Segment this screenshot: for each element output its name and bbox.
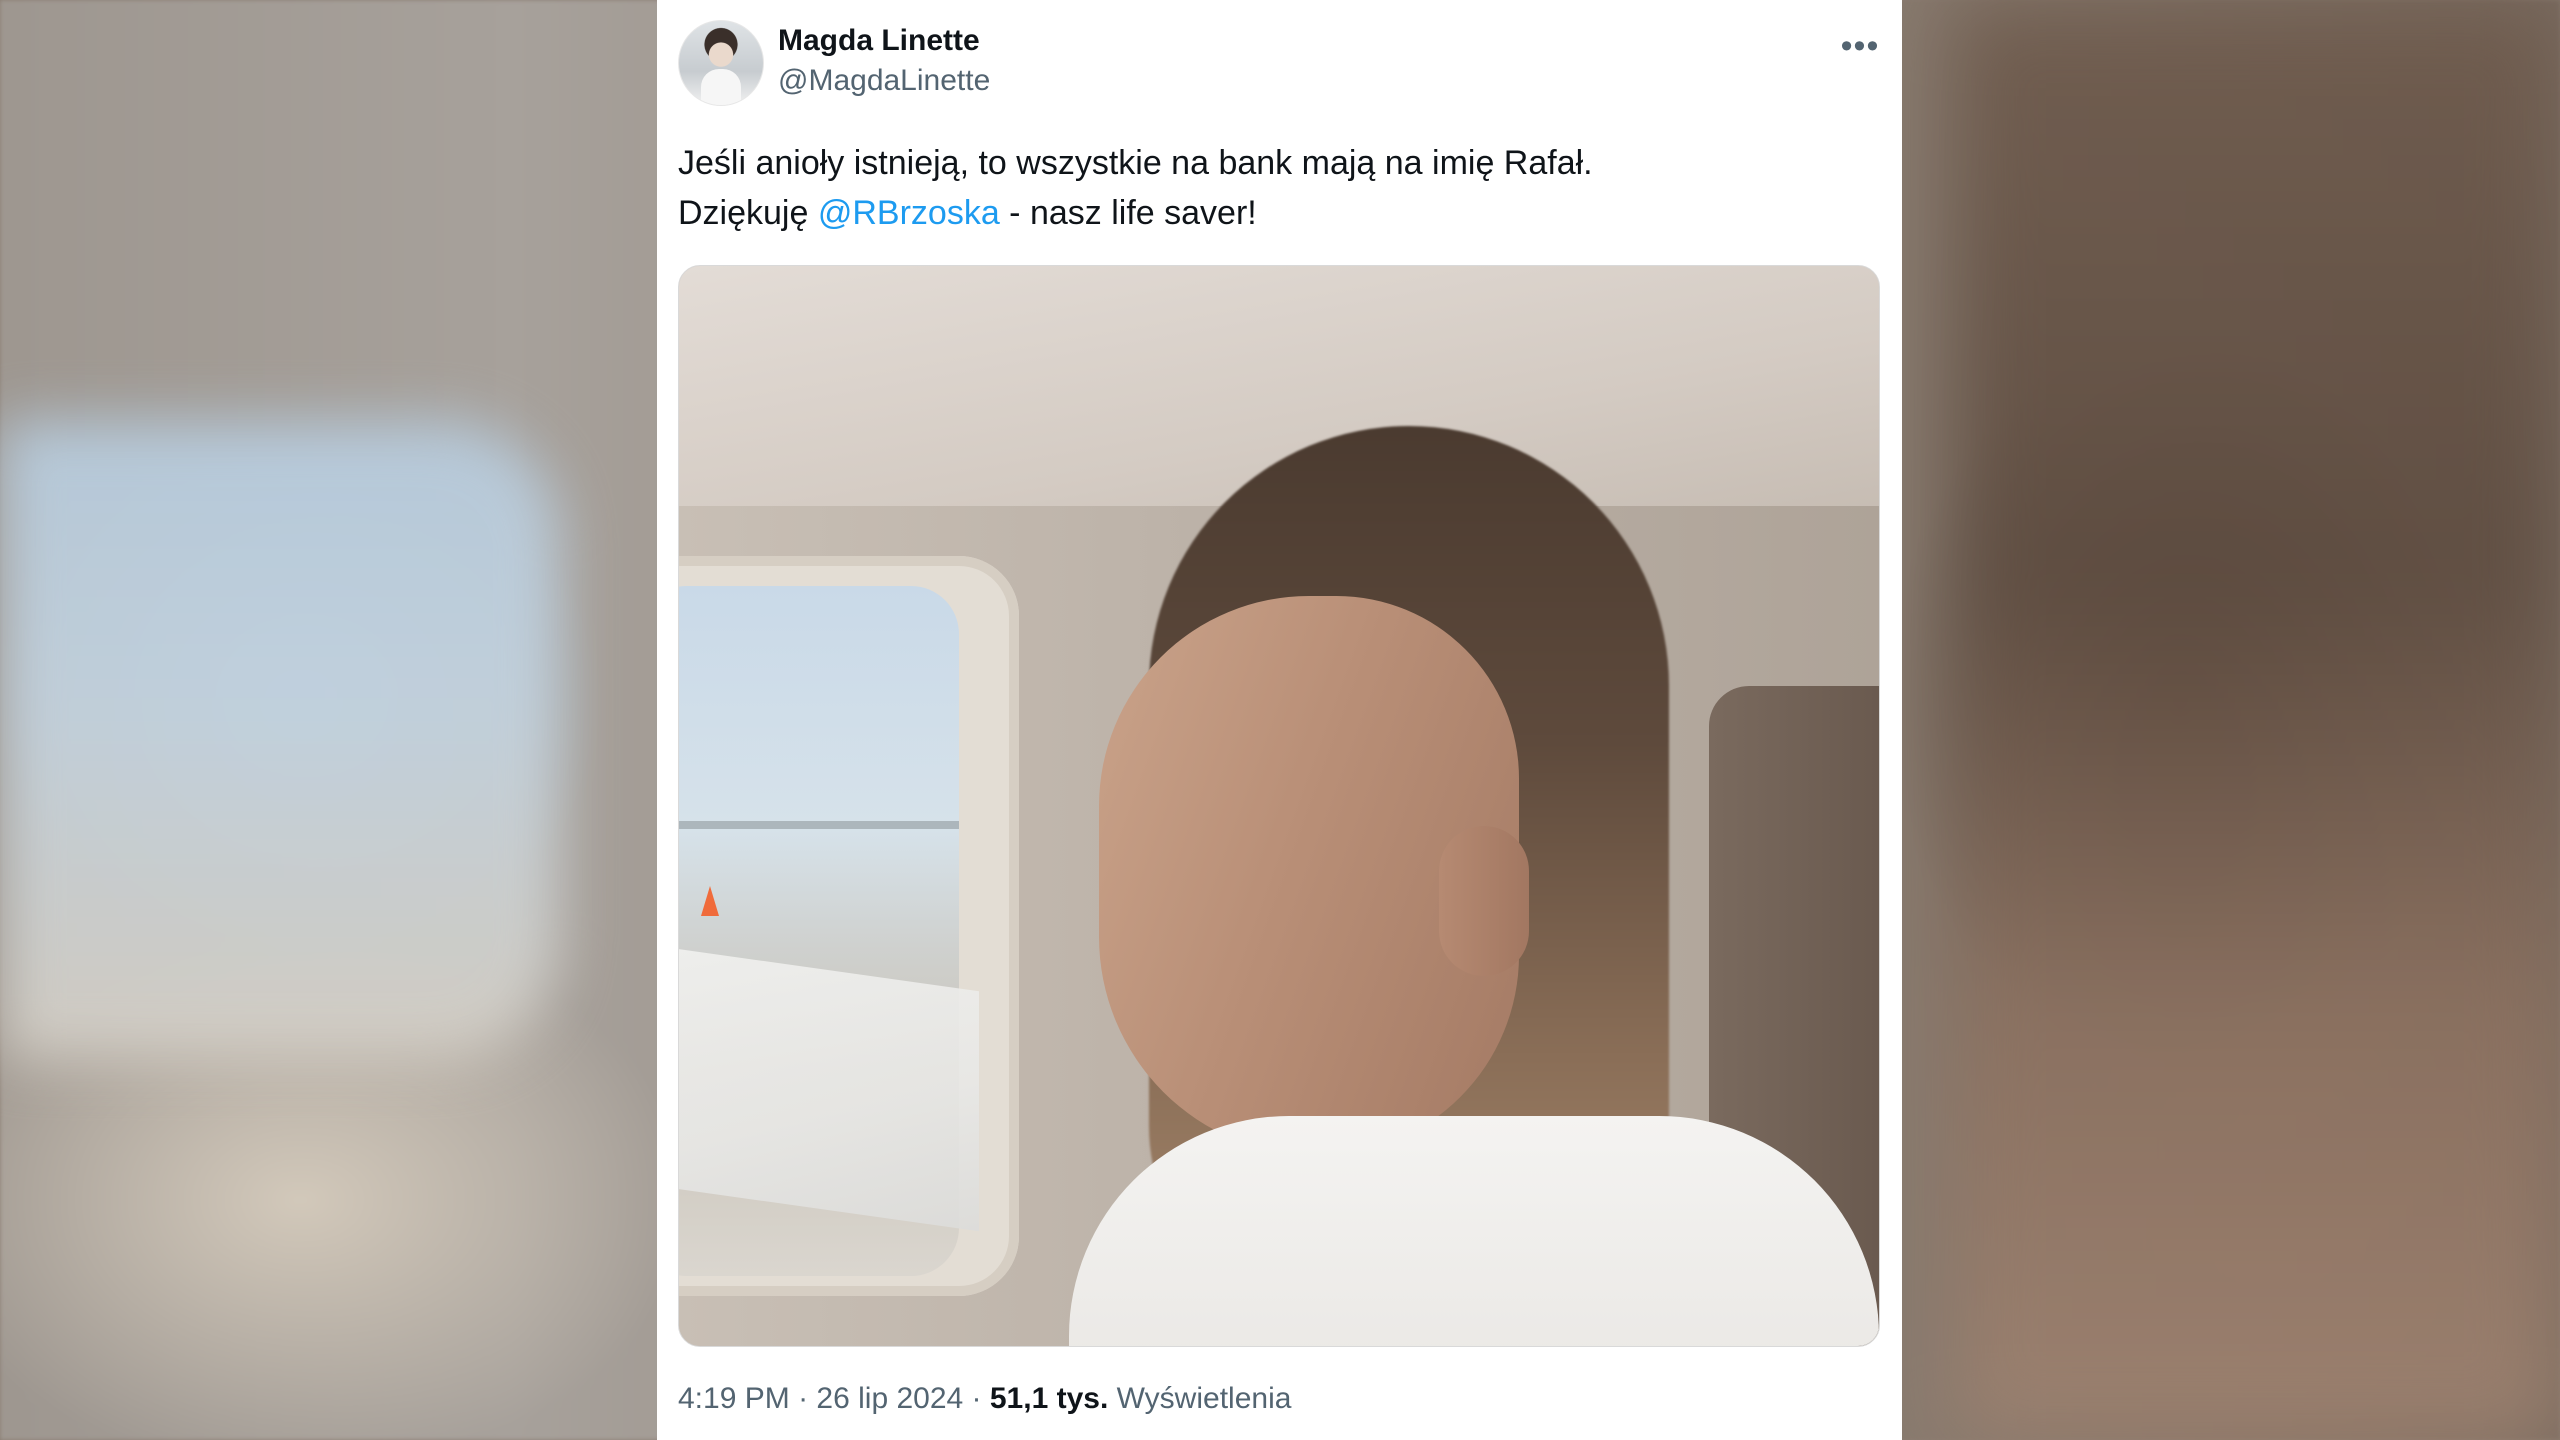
tweet-date[interactable]: 26 lip 2024 — [816, 1382, 963, 1415]
photo-horizon — [679, 821, 959, 829]
blurred-background-right — [1950, 0, 2560, 1440]
photo-traffic-cone — [701, 886, 719, 916]
tweet-text-line-1: Jeśli anioły istnieją, to wszystkie na b… — [678, 144, 1593, 182]
photo-wing — [679, 940, 979, 1232]
tweet-text: Jeśli anioły istnieją, to wszystkie na b… — [678, 138, 1872, 238]
more-options-icon[interactable]: ••• — [1840, 26, 1880, 66]
tweet-text-line-2: Dziękuję @RBrzoska - nasz life saver! — [678, 188, 1872, 238]
avatar[interactable] — [678, 20, 764, 106]
photo-person-ear — [1439, 826, 1529, 976]
tweet-meta: 4:19 PM · 26 lip 2024 · 51,1 tys. Wyświe… — [678, 1382, 1291, 1416]
meta-separator: · — [963, 1382, 990, 1415]
tweet-card: Magda Linette @MagdaLinette ••• Jeśli an… — [657, 0, 1902, 1440]
blurred-background-left — [0, 420, 560, 1060]
author-handle[interactable]: @MagdaLinette — [778, 64, 990, 98]
tweet-time[interactable]: 4:19 PM — [678, 1382, 790, 1415]
views-count[interactable]: 51,1 tys. — [990, 1382, 1108, 1415]
mention-link[interactable]: @RBrzoska — [818, 194, 1000, 232]
tweet-header: Magda Linette @MagdaLinette ••• — [678, 20, 1882, 106]
tweet-photo[interactable] — [678, 265, 1880, 1347]
tweet-text-suffix: - nasz life saver! — [999, 194, 1257, 232]
author-display-name[interactable]: Magda Linette — [778, 24, 980, 58]
tweet-text-prefix: Dziękuję — [678, 194, 818, 232]
views-label[interactable]: Wyświetlenia — [1108, 1382, 1292, 1415]
meta-separator: · — [789, 1382, 817, 1415]
photo-person-shirt — [1069, 1116, 1879, 1346]
